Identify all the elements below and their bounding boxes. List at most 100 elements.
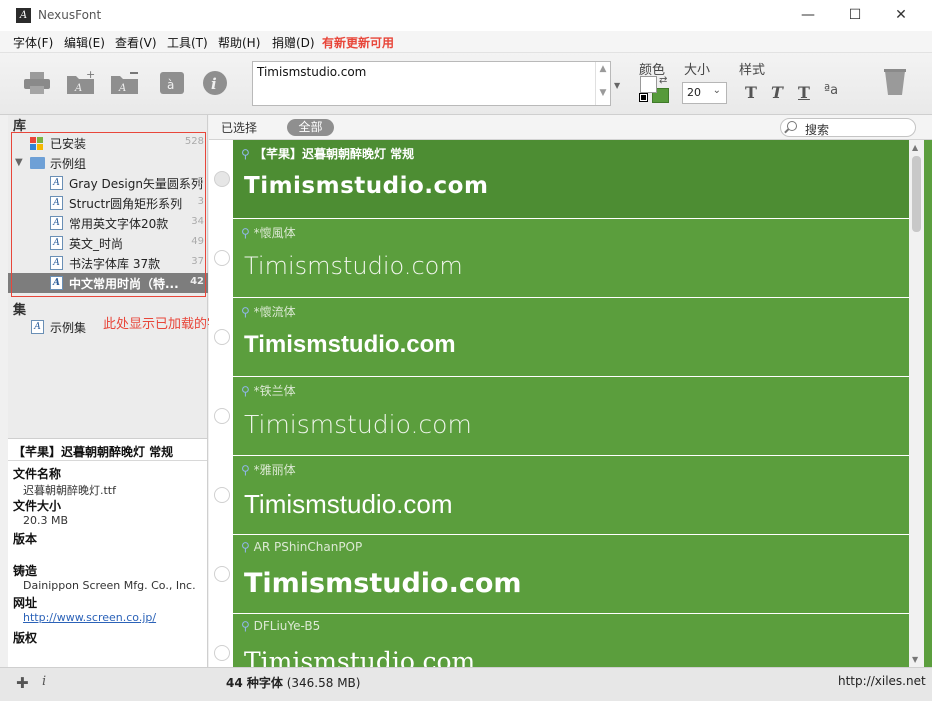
svg-text:i: i (211, 75, 217, 93)
update-available-link[interactable]: 有新更新可用 (322, 34, 394, 51)
font-row[interactable]: ⚲ *懷風体 Timismstudio.com (209, 219, 909, 298)
font-sample: Timismstudio.com (244, 173, 489, 199)
collection-icon: A (31, 320, 44, 334)
info-filesize-value: 20.3 MB (23, 514, 69, 527)
menu-bar: 字体(F) 编辑(E) 查看(V) 工具(T) 帮助(H) 捐赠(D) 有新更新… (0, 31, 932, 53)
font-select-radio[interactable] (214, 408, 230, 424)
font-sample: Timismstudio.com (244, 331, 456, 358)
info-foundry-value: Dainippon Screen Mfg. Co., Inc. (23, 579, 196, 592)
info-foundry-label: 铸造 (13, 564, 38, 578)
adjacent-panel-strip (924, 140, 932, 667)
sample-text-scrollbar[interactable]: ▲ ▼ (595, 62, 610, 105)
font-row[interactable]: ⚲ DFLiuYe-B5 Timismstudio.com (209, 614, 909, 667)
font-sample: Timismstudio.com (244, 647, 476, 667)
italic-style-button[interactable]: T (771, 83, 783, 102)
font-name: ⚲ *铁兰体 (241, 384, 296, 398)
svg-text:A: A (118, 83, 126, 94)
info-small-icon[interactable]: i (42, 674, 46, 689)
maximize-button[interactable]: ☐ (832, 0, 878, 31)
foreground-color-swatch[interactable] (640, 76, 657, 93)
scroll-down-arrow-icon[interactable]: ▼ (596, 88, 610, 98)
font-row[interactable]: ⚲ *雅丽体 Timismstudio.com (209, 456, 909, 535)
scroll-down-arrow-icon[interactable]: ▼ (912, 655, 918, 664)
menu-tools[interactable]: 工具(T) (167, 34, 208, 51)
font-type-icon: ⚲ (241, 147, 254, 161)
font-select-radio[interactable] (214, 329, 230, 345)
font-card[interactable]: ⚲ *懷流体 Timismstudio.com (233, 298, 909, 376)
info-filename-value: 迟暮朝朝醉晚灯.ttf (23, 484, 116, 497)
font-select-radio[interactable] (214, 250, 230, 266)
font-card[interactable]: ⚲ *懷風体 Timismstudio.com (233, 219, 909, 297)
minimize-button[interactable]: — (785, 0, 831, 31)
sample-history-dropdown-icon[interactable]: ▼ (614, 81, 620, 90)
font-name: ⚲ *懷風体 (241, 226, 296, 240)
printer-icon[interactable] (22, 70, 52, 96)
font-select-radio[interactable] (214, 171, 230, 187)
sample-text-value: Timismstudio.com (257, 65, 367, 79)
menu-help[interactable]: 帮助(H) (218, 34, 260, 51)
info-url-link[interactable]: http://www.screen.co.jp/ (23, 611, 156, 624)
font-type-icon: ⚲ (241, 463, 254, 477)
collection-item-label: 示例集 (50, 321, 87, 335)
font-row[interactable]: ⚲ 【芊果】迟暮朝朝醉晚灯 常规 Timismstudio.com (209, 140, 909, 219)
menu-edit[interactable]: 编辑(E) (64, 34, 105, 51)
font-select-radio[interactable] (214, 566, 230, 582)
bold-style-button[interactable]: T (745, 83, 757, 102)
font-type-icon: ⚲ (241, 384, 254, 398)
menu-donate[interactable]: 捐赠(D) (272, 34, 315, 51)
svg-text:A: A (74, 83, 82, 94)
collection-header: 集 (13, 303, 27, 318)
scrollbar-thumb[interactable] (912, 156, 921, 232)
font-row[interactable]: ⚲ *铁兰体 Timismstudio.com (209, 377, 909, 456)
reset-colors-icon[interactable] (640, 94, 647, 101)
style-label: 样式 (739, 63, 766, 78)
search-icon (787, 121, 797, 131)
font-sample: Timismstudio.com (244, 410, 472, 439)
font-type-icon: ⚲ (241, 305, 254, 319)
scroll-up-arrow-icon[interactable]: ▲ (596, 64, 610, 74)
add-folder-icon[interactable]: A + (66, 70, 96, 96)
font-sample: Timismstudio.com (244, 252, 463, 280)
trash-icon[interactable] (882, 67, 908, 97)
info-version-label: 版本 (13, 532, 38, 546)
font-card[interactable]: ⚲ DFLiuYe-B5 Timismstudio.com (233, 614, 909, 667)
search-input[interactable]: 搜索 (780, 118, 916, 137)
underline-style-button[interactable]: T (798, 83, 810, 102)
font-row[interactable]: ⚲ AR PShinChanPOP Timismstudio.com (209, 535, 909, 614)
menu-font[interactable]: 字体(F) (13, 34, 53, 51)
font-select-radio[interactable] (214, 487, 230, 503)
font-select-radio[interactable] (214, 645, 230, 661)
app-window: A NexusFont — ☐ ✕ 字体(F) 编辑(E) 查看(V) 工具(T… (0, 0, 932, 701)
character-map-icon[interactable]: à (158, 70, 188, 96)
font-count-status: 44 种字体 (346.58 MB) (226, 676, 361, 690)
font-list: ⚲ 【芊果】迟暮朝朝醉晚灯 常规 Timismstudio.com ⚲ *懷風体… (209, 140, 909, 667)
status-bar: ✚ i 44 种字体 (346.58 MB) http://xiles.net (0, 667, 932, 701)
font-name: ⚲ DFLiuYe-B5 (241, 619, 321, 633)
scroll-up-arrow-icon[interactable]: ▲ (912, 143, 918, 152)
font-row[interactable]: ⚲ *懷流体 Timismstudio.com (209, 298, 909, 377)
menu-view[interactable]: 查看(V) (115, 34, 157, 51)
font-sample: Timismstudio.com (244, 568, 522, 599)
info-url-label: 网址 (13, 596, 38, 610)
font-name: ⚲ *雅丽体 (241, 463, 296, 477)
add-icon[interactable]: ✚ (16, 674, 29, 692)
close-button[interactable]: ✕ (878, 0, 924, 31)
svg-text:à: à (167, 78, 174, 92)
font-list-scrollbar[interactable]: ▲ ▼ (909, 140, 924, 667)
size-select[interactable]: 20 ⌄ (682, 82, 727, 104)
case-style-button[interactable]: ªa (824, 83, 838, 98)
filter-selected-tab[interactable]: 已选择 (221, 119, 257, 136)
font-name: ⚲ *懷流体 (241, 305, 296, 319)
font-card[interactable]: ⚲ AR PShinChanPOP Timismstudio.com (233, 535, 909, 613)
sample-text-input[interactable]: Timismstudio.com ▲ ▼ (252, 61, 611, 106)
info-icon[interactable]: i (201, 70, 231, 96)
font-card[interactable]: ⚲ *铁兰体 Timismstudio.com (233, 377, 909, 455)
font-card[interactable]: ⚲ *雅丽体 Timismstudio.com (233, 456, 909, 534)
remove-folder-icon[interactable]: A (110, 70, 140, 96)
font-card[interactable]: ⚲ 【芊果】迟暮朝朝醉晚灯 常规 Timismstudio.com (233, 140, 909, 218)
swap-colors-icon[interactable]: ⇄ (659, 75, 667, 86)
filter-all-tab[interactable]: 全部 (287, 119, 334, 136)
font-name: ⚲ AR PShinChanPOP (241, 540, 363, 554)
website-link[interactable]: http://xiles.net (838, 674, 926, 688)
font-type-icon: ⚲ (241, 226, 254, 240)
